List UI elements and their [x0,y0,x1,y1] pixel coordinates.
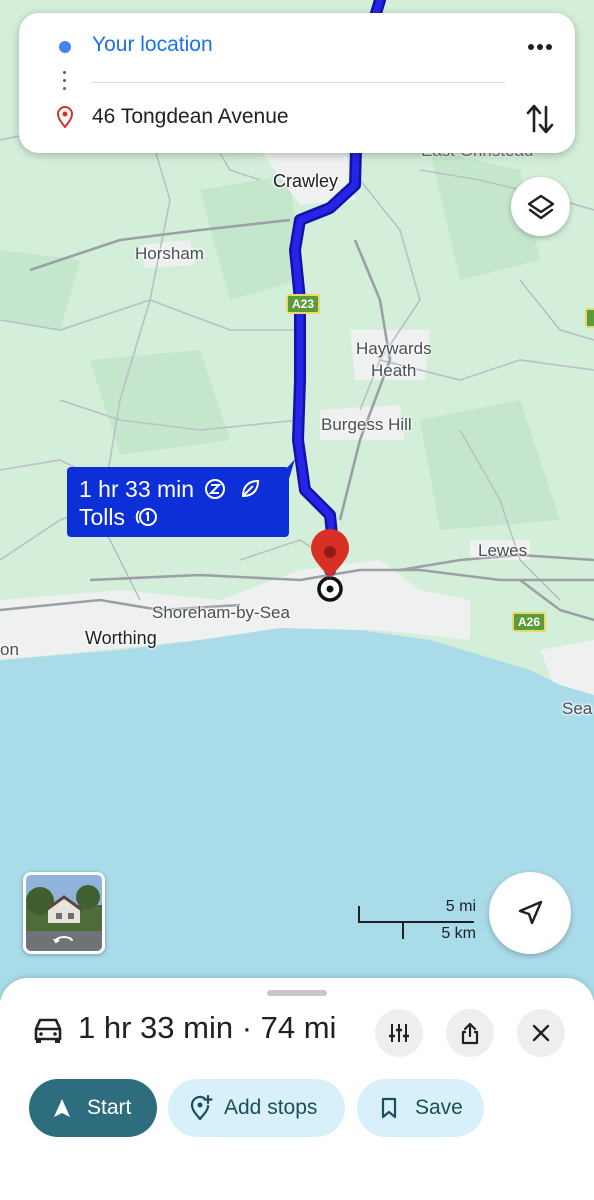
swap-button[interactable] [524,101,556,137]
more-vert-icon [528,44,552,50]
scale-miles-label: 5 mi [445,898,476,915]
card-divider [92,82,505,83]
swap-icon [526,104,554,134]
sleep-icon [205,479,226,499]
close-button[interactable] [517,1009,565,1057]
toll-icon [136,508,158,526]
recenter-button[interactable] [489,872,571,954]
navigation-arrow-icon [54,1099,70,1117]
add-stops-label: Add stops [224,1096,318,1119]
layers-icon [527,194,554,219]
route-summary: 1 hr 33 min · 74 mi [78,1010,336,1046]
route-options-button[interactable] [375,1009,423,1057]
scale-bar: 5 mi 5 km [356,898,476,948]
start-label: Start [87,1096,132,1119]
scale-km-label: 5 km [441,925,476,942]
add-location-icon [190,1095,213,1121]
share-button[interactable] [446,1009,494,1057]
eco-leaf-icon [241,479,259,498]
road-badge-a26: A26 [512,612,547,632]
add-stops-button[interactable]: Add stops [168,1079,345,1137]
bookmark-icon [381,1097,397,1119]
start-button[interactable]: Start [29,1079,157,1137]
more-options-button[interactable] [524,35,556,59]
place-label-partial-left: on [0,640,19,659]
place-label-burgess-hill: Burgess Hill [321,415,412,434]
origin-dot-icon [59,41,71,53]
save-button[interactable]: Save [357,1079,484,1137]
destination-field[interactable]: 46 Tongdean Avenue [92,105,289,129]
route-connector-icon [63,71,67,95]
bottom-sheet: 1 hr 33 min · 74 mi Start Add stops Save [0,978,594,1200]
origin-field[interactable]: Your location [92,33,213,57]
navigation-icon [518,900,543,925]
summary-separator: · [233,1010,261,1045]
sheet-drag-handle[interactable] [267,990,327,996]
road-badge-partial [585,308,594,328]
destination-pin-icon [57,106,73,128]
street-view-image [26,875,102,951]
place-label-horsham: Horsham [135,244,204,263]
place-label-crawley: Crawley [273,171,339,191]
route-duration-tag[interactable]: 1 hr 33 min Tolls [67,467,289,537]
street-view-thumbnail[interactable] [23,872,105,954]
layers-button[interactable] [511,177,570,236]
summary-duration: 1 hr 33 min [78,1010,234,1045]
place-label-heath: Heath [371,361,417,380]
close-icon [532,1024,550,1042]
route-tag-tolls: Tolls [79,504,126,530]
place-label-seaford: Sea [562,699,593,718]
car-icon [34,1018,62,1043]
route-search-card: Your location 46 Tongdean Avenue [19,13,575,153]
summary-distance: 74 mi [260,1010,337,1045]
route-tag-duration: 1 hr 33 min [79,476,195,502]
place-label-shoreham: Shoreham-by-Sea [152,603,290,622]
options-icon [389,1024,409,1042]
place-label-lewes: Lewes [478,541,528,560]
share-icon [461,1022,479,1045]
road-badge-a23: A23 [286,294,321,314]
save-label: Save [415,1096,463,1119]
place-label-haywards: Haywards [356,339,432,358]
place-label-worthing: Worthing [85,628,157,648]
